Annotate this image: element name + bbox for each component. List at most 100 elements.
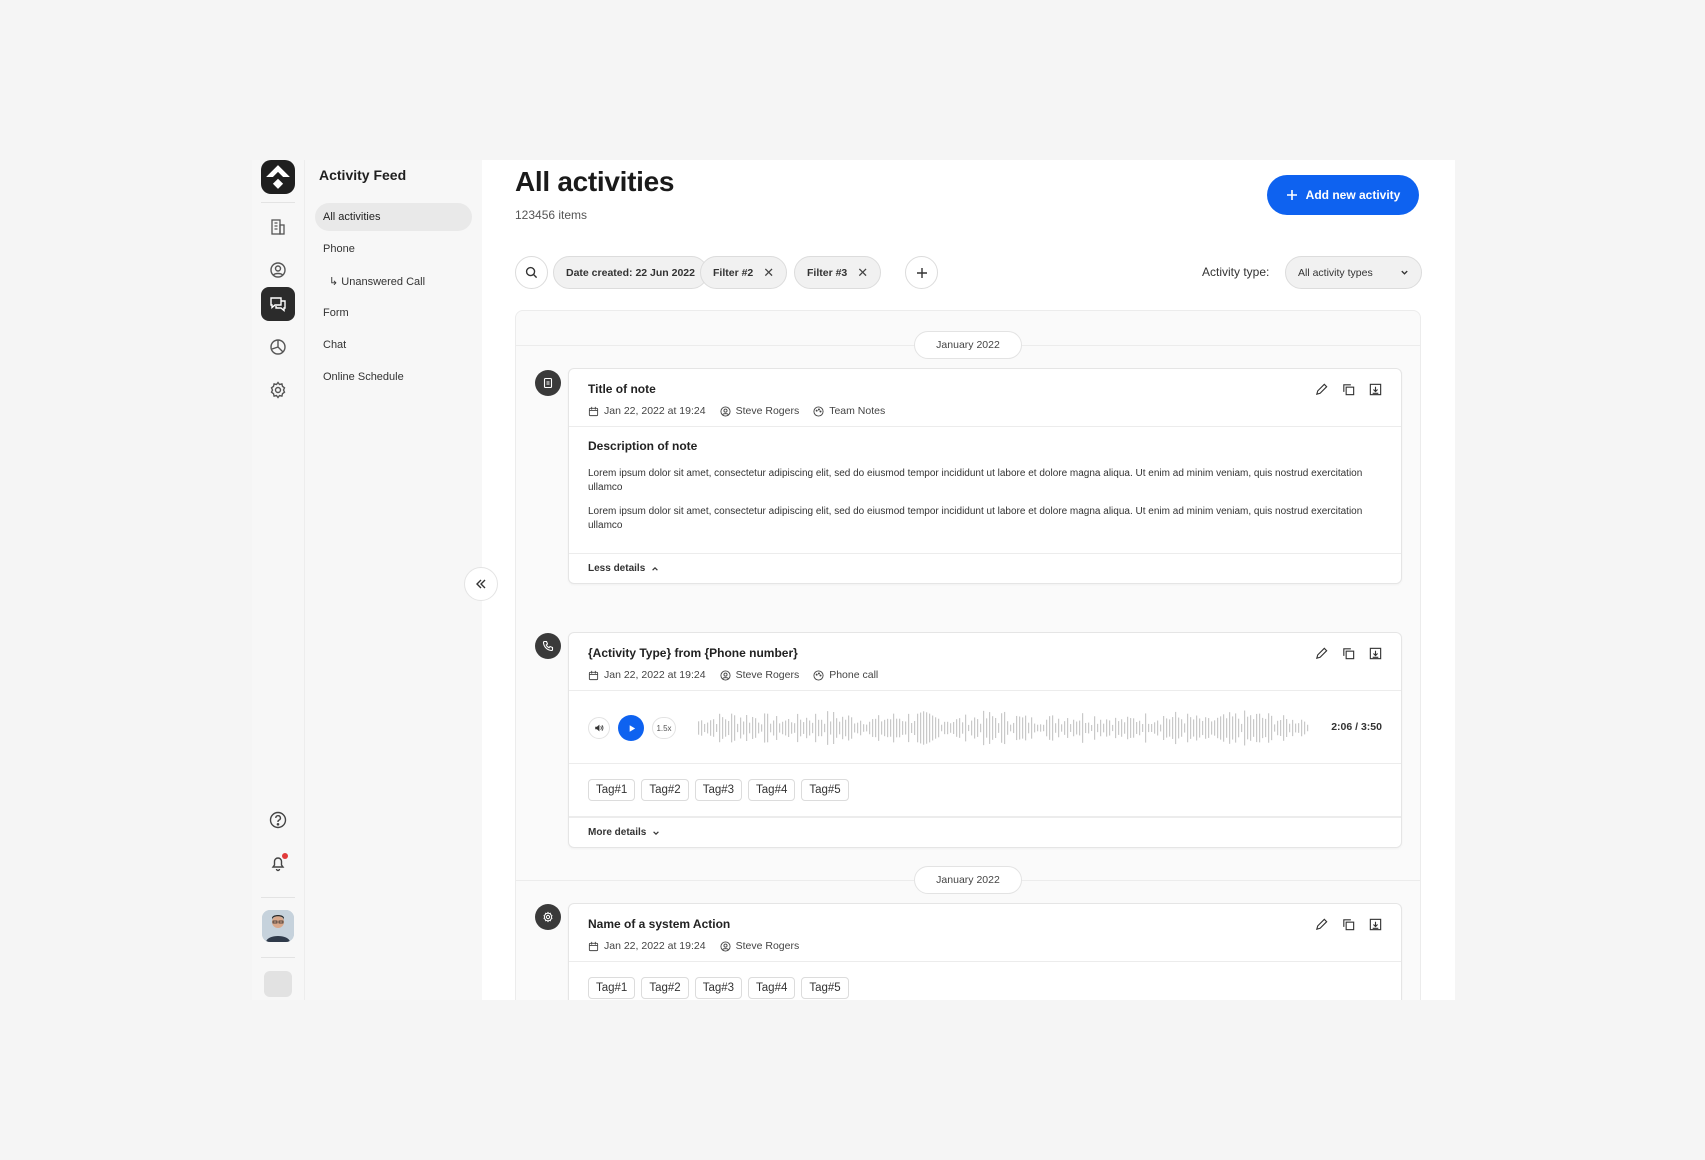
waveform-bar [725,719,727,737]
waveform-bar [1289,723,1291,733]
waveform-bar [941,724,943,732]
filter-chip-2[interactable]: Filter #2 ✕ [700,256,788,289]
waveform-bar [1151,724,1153,732]
card-header: Title of note Jan 22, 2022 at 19:24 Stev… [569,369,1401,427]
waveform-bar [761,724,763,732]
tag[interactable]: Tag#1 [588,779,636,801]
waveform-bar [1235,713,1237,743]
collapse-sidebar-button[interactable] [464,567,498,601]
subnav-item-phone[interactable]: Phone [315,235,472,263]
app-window: Activity Feed All activities Phone ↳ Una… [252,160,1455,1000]
plus-icon [916,267,927,278]
waveform-bar [1304,721,1306,735]
waveform-bar [1031,717,1033,739]
edit-icon[interactable] [1313,381,1329,397]
waveform-bar [1073,719,1075,737]
tag[interactable]: Tag#5 [801,779,849,801]
waveform-bar [1274,724,1276,732]
waveform-bar [1130,718,1132,738]
system-type-icon [535,904,561,930]
waveform-bar [1052,715,1054,741]
app-logo[interactable] [261,160,295,194]
tag[interactable]: Tag#2 [641,779,689,801]
audio-player: 1.5x 2:06 / 3:50 [569,691,1401,764]
description-paragraph: Lorem ipsum dolor sit amet, consectetur … [588,506,1363,531]
audio-waveform[interactable] [698,708,1310,748]
waveform-bar [1019,716,1021,740]
waveform-bar [1109,720,1111,736]
add-filter-button[interactable] [905,256,938,289]
rail-activity-feed[interactable] [261,287,295,321]
subnav-item-online-schedule[interactable]: Online Schedule [315,363,472,391]
waveform-bar [905,721,907,735]
copy-icon[interactable] [1340,645,1356,661]
waveform-bar [809,720,811,736]
tag[interactable]: Tag#3 [694,977,743,999]
rail-contacts[interactable] [261,253,295,287]
filter-chip-3[interactable]: Filter #3 ✕ [794,256,882,289]
download-icon[interactable] [1367,916,1383,932]
tag[interactable]: Tag#4 [748,977,796,999]
filter-chip-date[interactable]: Date created: 22 Jun 2022 [553,256,708,289]
waveform-bar [977,719,979,737]
waveform-bar [734,715,736,741]
download-icon[interactable] [1367,645,1383,661]
tag[interactable]: Tag#3 [694,779,743,801]
subnav-item-unanswered-call[interactable]: ↳ Unanswered Call [315,267,472,295]
waveform-bar [1121,719,1123,737]
play-button[interactable] [618,715,644,741]
meta-date: Jan 22, 2022 at 19:24 [588,940,706,952]
copy-icon[interactable] [1340,916,1356,932]
waveform-bar [1250,715,1252,741]
add-activity-button[interactable]: Add new activity [1267,175,1419,215]
close-icon[interactable]: ✕ [763,265,774,281]
waveform-bar [842,716,844,740]
playback-speed-button[interactable]: 1.5x [652,717,676,739]
waveform-bar [1196,715,1198,741]
waveform-bar [785,720,787,736]
waveform-bar [1058,718,1060,738]
waveform-bar [749,722,751,734]
avatar-image [262,910,294,942]
waveform-bar [1103,723,1105,733]
waveform-bar [1181,719,1183,737]
less-details-toggle[interactable]: Less details [569,553,1401,583]
tag[interactable]: Tag#5 [801,977,849,999]
waveform-bar [1217,717,1219,739]
rail-settings[interactable] [261,373,295,407]
chevron-down-icon [653,830,660,835]
rail-reports[interactable] [261,330,295,364]
activity-type-select[interactable]: All activity types [1285,256,1422,289]
rail-help[interactable] [261,803,295,837]
more-details-toggle[interactable]: More details [569,817,1401,847]
tag[interactable]: Tag#1 [588,977,636,999]
edit-icon[interactable] [1313,916,1329,932]
waveform-bar [1154,722,1156,734]
waveform-bar [1145,713,1147,743]
tag[interactable]: Tag#2 [641,977,689,999]
close-icon[interactable]: ✕ [857,265,868,281]
edit-icon[interactable] [1313,645,1329,661]
subnav-item-all-activities[interactable]: All activities [315,203,472,231]
rail-companies[interactable] [261,210,295,244]
waveform-bar [1007,721,1009,735]
copy-icon[interactable] [1340,381,1356,397]
volume-button[interactable] [588,717,610,739]
subnav-item-form[interactable]: Form [315,299,472,327]
waveform-bar [1190,717,1192,739]
meta-date-text: Jan 22, 2022 at 19:24 [604,940,706,952]
waveform-bar [1139,720,1141,736]
waveform-bar [899,718,901,738]
waveform-bar [1223,714,1225,742]
avatar[interactable] [262,910,294,942]
tag[interactable]: Tag#4 [748,779,796,801]
waveform-bar [1268,713,1270,743]
download-icon[interactable] [1367,381,1383,397]
waveform-bar [1040,724,1042,732]
workspace-switcher[interactable] [264,971,292,997]
subnav-item-chat[interactable]: Chat [315,331,472,359]
search-button[interactable] [515,256,548,289]
logo-icon [266,165,290,189]
waveform-bar [1067,718,1069,738]
rail-notifications[interactable] [261,846,295,880]
